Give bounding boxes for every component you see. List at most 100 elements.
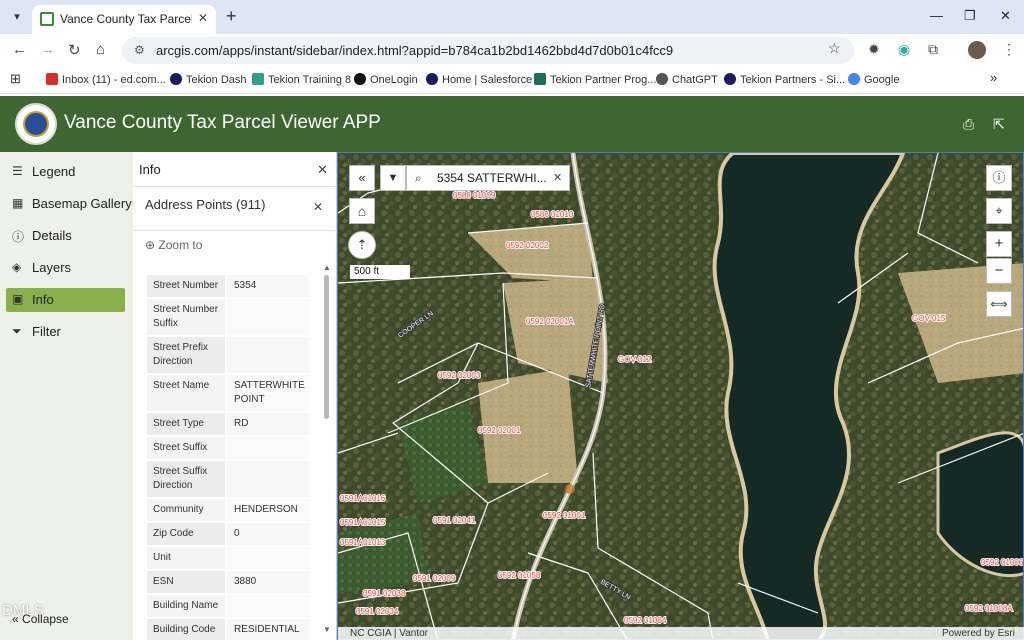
parcel-label: 0592 02001 (478, 426, 521, 435)
zoom-out-button[interactable]: − (986, 258, 1012, 284)
scroll-up-arrow-icon[interactable]: ▲ (323, 263, 331, 272)
tekion-icon (170, 73, 182, 85)
map-attribution: NC CGIA | Vantor Powered by Esri (338, 627, 1024, 640)
feature-layer-title: Address Points (911) (145, 197, 266, 212)
nav-info[interactable]: ▣ Info (6, 288, 125, 312)
map-info-button[interactable]: ⓘ (986, 165, 1012, 191)
app-title: Vance County Tax Parcel Viewer APP (64, 112, 381, 133)
table-row: Street Number 5354 (147, 275, 309, 299)
map-search-box[interactable]: ⌕ 5354 SATTERWHI... ✕ (406, 165, 570, 191)
tab-search-chevron-icon[interactable]: ▾ (8, 8, 26, 26)
parcel-label: 0591 02034 (356, 607, 399, 616)
table-row: Zip Code 0 (147, 523, 309, 547)
print-icon[interactable]: ⎙ (963, 116, 974, 133)
bookmark-gmail[interactable]: Inbox (11) - ed.com... (46, 73, 166, 86)
map-view[interactable]: 0588 01009 0588 01010 0592 02002 0592 02… (337, 152, 1024, 640)
browser-tab-bar: ▾ Vance County Tax Parcel Viewer ✕ + — ❐… (0, 0, 1024, 34)
parcel-label: 0591A01013 (340, 538, 386, 547)
extension-gear-icon[interactable]: ✹ (868, 41, 880, 58)
info-panel-close-icon[interactable]: ✕ (317, 162, 328, 178)
zoom-to-button[interactable]: ⊕ Zoom to (145, 238, 202, 252)
bookmark-tekion-partner[interactable]: Tekion Partner Prog... (534, 73, 656, 86)
scroll-down-arrow-icon[interactable]: ▼ (323, 625, 331, 634)
parcel-label: 0592 02001A (526, 317, 574, 326)
plus-icon: + (994, 235, 1004, 252)
selected-address-point[interactable] (565, 484, 575, 494)
browser-menu-icon[interactable]: ⋮ (1002, 41, 1016, 58)
measure-button[interactable]: ⟺ (986, 291, 1012, 317)
bookmark-chatgpt[interactable]: ChatGPT (656, 73, 718, 86)
parcel-label: 0588 01009 (453, 191, 496, 200)
salesforce-icon (426, 73, 438, 85)
bookmark-onelogin[interactable]: OneLogin (354, 73, 418, 86)
left-nav: ☰ Legend ▦ Basemap Gallery ⓘ Details ◈ L… (0, 152, 133, 640)
compass-icon: ⇡ (356, 237, 368, 252)
address-bar[interactable]: ⚙ arcgis.com/apps/instant/sidebar/index.… (122, 37, 854, 64)
table-row: Street Prefix Direction (147, 337, 309, 375)
caret-down-icon: ▼ (387, 172, 399, 184)
bookmark-google[interactable]: Google (848, 73, 899, 86)
window-close-icon[interactable]: ✕ (1000, 8, 1011, 24)
more-bookmarks-icon[interactable]: » (990, 70, 997, 85)
parcel-label: 0591A01015 (340, 518, 386, 527)
address-url[interactable]: arcgis.com/apps/instant/sidebar/index.ht… (156, 43, 673, 58)
tab-close-icon[interactable]: ✕ (198, 11, 208, 25)
nav-legend[interactable]: ☰ Legend (6, 160, 125, 184)
table-row: Street Suffix (147, 437, 309, 461)
nav-layers[interactable]: ◈ Layers (6, 256, 125, 280)
parcel-label: 0588 01010 (531, 210, 574, 219)
info-icon: ⓘ (992, 170, 1006, 185)
new-tab-plus-icon[interactable]: + (226, 6, 237, 27)
arcgis-favicon-icon (40, 12, 54, 26)
restore-icon[interactable]: ❐ (964, 8, 976, 24)
home-extent-button[interactable]: ⌂ (349, 198, 375, 224)
info-icon: ⓘ (12, 230, 25, 244)
bookmark-salesforce[interactable]: Home | Salesforce (426, 73, 532, 86)
county-seal-logo (15, 103, 57, 145)
search-input[interactable]: 5354 SATTERWHI... (437, 171, 549, 185)
collapse-button[interactable]: « Collapse (12, 612, 69, 626)
forward-arrow-icon[interactable]: → (40, 41, 55, 58)
nav-filter[interactable]: ⏷ Filter (6, 320, 125, 344)
home-icon[interactable]: ⌂ (96, 41, 105, 58)
compass-button[interactable]: ⇡ (348, 231, 376, 259)
parcel-label: 0592 01001 (543, 511, 586, 520)
crosshair-icon: ⌖ (995, 203, 1003, 218)
training-icon (252, 73, 264, 85)
tab-title: Vance County Tax Parcel Viewer (60, 12, 192, 26)
bookmark-star-icon[interactable]: ☆ (828, 40, 841, 57)
reload-icon[interactable]: ↻ (68, 41, 81, 59)
parcel-label: 0591 02009 (413, 574, 456, 583)
feature-close-icon[interactable]: ✕ (313, 200, 323, 214)
search-source-dropdown[interactable]: ▼ (380, 165, 406, 191)
panel-scrollbar[interactable]: ▲ ▼ (322, 263, 331, 637)
extensions-puzzle-icon[interactable]: ⧉ (928, 41, 938, 58)
locate-button[interactable]: ⌖ (986, 198, 1012, 224)
collapse-map-tools-button[interactable]: « (349, 165, 375, 191)
bookmark-tekion-partners[interactable]: Tekion Partners - Si... (724, 73, 845, 86)
table-row: ESN 3880 (147, 571, 309, 595)
divider (133, 230, 337, 231)
extension-circle-icon[interactable]: ◉ (898, 41, 910, 58)
site-info-icon[interactable]: ⚙ (134, 43, 145, 57)
apps-grid-icon[interactable]: ⊞ (10, 71, 21, 87)
bookmark-tekion-training[interactable]: Tekion Training 8 (252, 73, 351, 86)
nav-details[interactable]: ⓘ Details (6, 224, 125, 248)
double-chevron-left-icon: « (358, 170, 366, 185)
onelogin-icon (354, 73, 366, 85)
profile-avatar[interactable] (968, 41, 986, 59)
table-row: Street Number Suffix (147, 299, 309, 337)
scroll-thumb[interactable] (324, 275, 329, 419)
table-row: Building Name (147, 595, 309, 619)
browser-tab[interactable]: Vance County Tax Parcel Viewer ✕ (32, 5, 216, 34)
minimize-icon[interactable]: — (930, 8, 943, 23)
zoom-in-button[interactable]: + (986, 231, 1012, 257)
nav-basemap-gallery[interactable]: ▦ Basemap Gallery (6, 192, 132, 216)
share-icon[interactable]: ⇱ (993, 116, 1005, 133)
bookmark-tekion-dash[interactable]: Tekion Dash (170, 73, 247, 86)
partner-icon (534, 73, 546, 85)
back-arrow-icon[interactable]: ← (12, 41, 27, 58)
parcel-label: 0592 01008A (965, 604, 1013, 613)
parcel-label: 0592 01058 (498, 571, 541, 580)
search-clear-icon[interactable]: ✕ (553, 171, 562, 184)
